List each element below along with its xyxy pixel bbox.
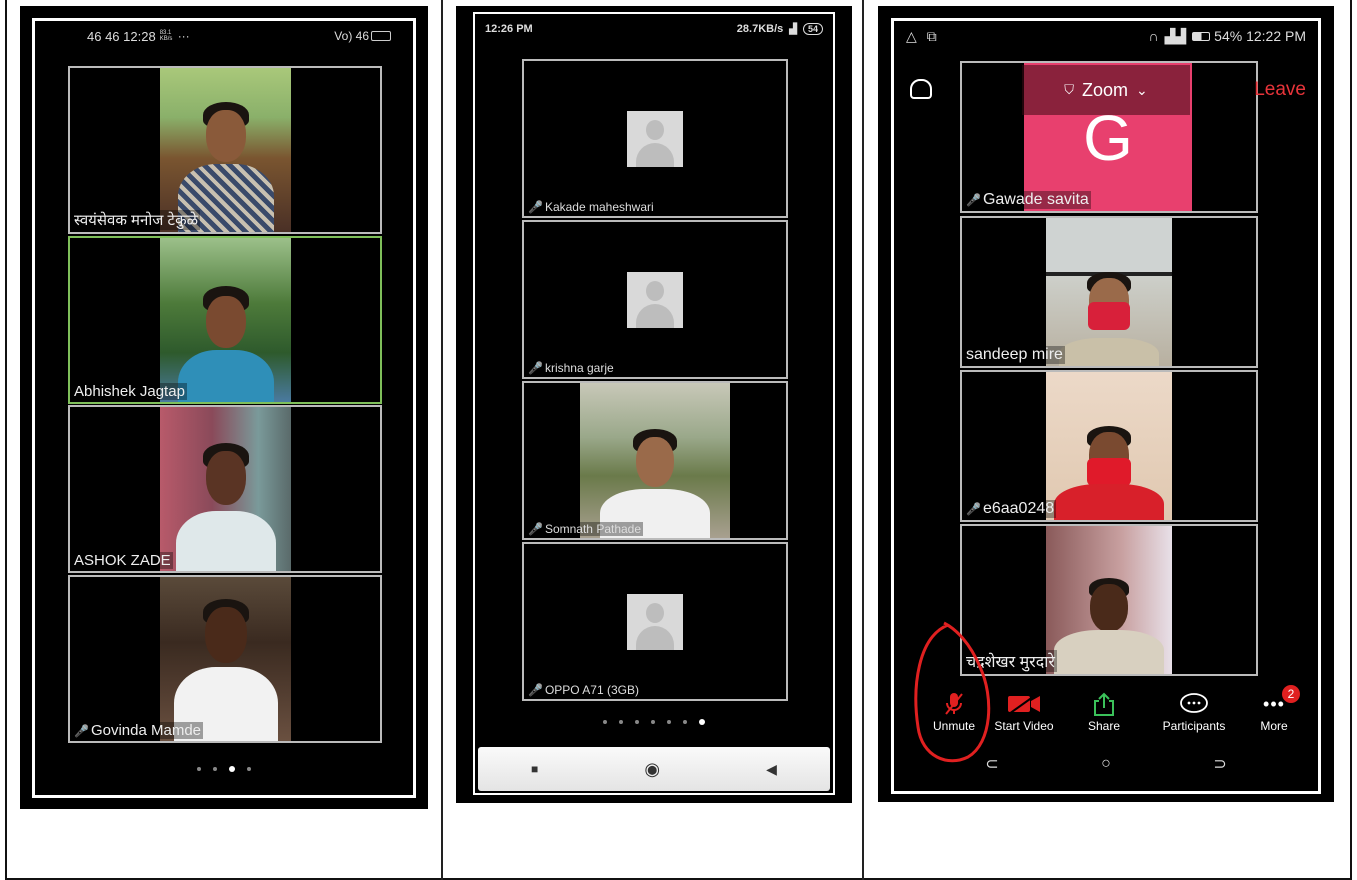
share-icon: [1094, 692, 1114, 716]
status-bar: 12:26 PM 28.7KB/s ▟ 54: [475, 14, 833, 44]
recent-apps-button[interactable]: ⊃: [1213, 754, 1226, 774]
status-more: ···: [177, 29, 190, 43]
home-button[interactable]: ○: [1101, 755, 1111, 773]
leave-button[interactable]: Leave: [1254, 79, 1306, 101]
muted-mic-icon: 🎤: [528, 361, 543, 375]
page-dot-active: [699, 719, 705, 725]
status-right: 28.7KB/s: [736, 23, 784, 35]
video-tile[interactable]: 🎤 krishna garje: [522, 220, 788, 379]
muted-mic-icon: 🎤: [74, 724, 89, 738]
more-label: More: [1260, 719, 1288, 733]
muted-mic-icon: 🎤: [528, 200, 543, 214]
participant-name: 🎤 Kakade maheshwari: [526, 200, 656, 214]
participant-name: 🎤 e6aa0248: [964, 500, 1057, 518]
video-tile[interactable]: 🎤 Somnath Pathade: [522, 381, 788, 540]
start-video-label: Start Video: [994, 719, 1054, 733]
status-bar: 46 46 12:28 83.1 KB/s ··· Vo) 46: [35, 21, 413, 51]
more-button[interactable]: ••• 2 More: [1234, 685, 1314, 733]
tv-screen: [1046, 218, 1172, 276]
participant-video: [160, 577, 291, 741]
default-avatar-icon: [627, 593, 683, 650]
video-off-icon: [1008, 693, 1040, 715]
default-avatar-icon: [627, 110, 683, 167]
muted-mic-icon: 🎤: [966, 193, 981, 207]
participant-name: 🎤 Somnath Pathade: [526, 522, 644, 536]
status-right: Vo) 46: [334, 29, 369, 43]
participant-name: 🎤 Govinda Mamde: [72, 722, 204, 739]
page-dot-active: [229, 766, 235, 772]
signal-icon: ▟▟: [1164, 27, 1187, 44]
phone-screenshot-1: 46 46 12:28 83.1 KB/s ··· Vo) 46 स्वयंसे…: [20, 6, 428, 809]
participant-video: [580, 383, 730, 538]
participant-video: [160, 407, 291, 571]
battery-icon: [1192, 31, 1211, 41]
phone-screen-3: △ ⧉ ∩ ▟▟ 54% 12:22 PM G 🎤 Gawade savita ⛉…: [891, 18, 1321, 794]
phone-screen-1: 46 46 12:28 83.1 KB/s ··· Vo) 46 स्वयंसे…: [32, 18, 416, 798]
battery-icon: 54: [802, 23, 823, 35]
recent-apps-button[interactable]: ■: [531, 762, 538, 776]
status-right: 54% 12:22 PM: [1214, 28, 1306, 44]
share-button[interactable]: Share: [1064, 691, 1144, 733]
page-dot: [247, 767, 251, 771]
meeting-title: Zoom: [1082, 79, 1129, 100]
page-dot: [213, 767, 217, 771]
cast-icon: ⧉: [926, 27, 937, 44]
video-tile[interactable]: 🎤 e6aa0248: [960, 370, 1258, 522]
home-button[interactable]: ◉: [644, 759, 660, 780]
participants-button[interactable]: Participants: [1149, 691, 1239, 733]
headset-icon: ∩: [1148, 28, 1159, 44]
muted-mic-icon: 🎤: [966, 502, 981, 516]
participant-name: Abhishek Jagtap: [72, 383, 187, 400]
share-label: Share: [1087, 719, 1121, 733]
participant-name: 🎤 OPPO A71 (3GB): [526, 683, 641, 697]
column-divider-1: [441, 0, 443, 880]
battery-icon: [371, 31, 391, 41]
video-tile[interactable]: 🎤 OPPO A71 (3GB): [522, 542, 788, 701]
header-bar: ⛉ Zoom ⌄ Leave: [894, 65, 1318, 115]
status-time: 12:26 PM: [485, 23, 533, 35]
status-speed: 83.1 KB/s: [159, 30, 173, 42]
participant-video: [1046, 526, 1172, 674]
annotation-circle: [914, 621, 991, 763]
column-divider-2: [862, 0, 864, 880]
status-bar: △ ⧉ ∩ ▟▟ 54% 12:22 PM: [894, 21, 1318, 51]
shield-icon: ⛉: [1064, 82, 1074, 97]
video-tile[interactable]: sandeep mire: [960, 216, 1258, 368]
participant-video: [1046, 218, 1172, 366]
participant-name: 🎤 krishna garje: [526, 361, 616, 375]
video-tile[interactable]: ASHOK ZADE: [68, 405, 382, 573]
headset-audio-icon[interactable]: [910, 79, 932, 99]
signal-icon: ▟: [789, 23, 797, 35]
default-avatar-icon: [627, 271, 683, 328]
alert-icon: △: [906, 27, 917, 44]
video-tile[interactable]: 🎤 Kakade maheshwari: [522, 59, 788, 218]
meeting-title-button[interactable]: ⛉ Zoom ⌄: [1022, 65, 1190, 115]
video-tile[interactable]: 🎤 Govinda Mamde: [68, 575, 382, 743]
page-dot: [197, 767, 201, 771]
phone-screenshot-3: △ ⧉ ∩ ▟▟ 54% 12:22 PM G 🎤 Gawade savita ⛉…: [878, 6, 1334, 802]
phone-screenshot-2: 12:26 PM 28.7KB/s ▟ 54 🎤 Kakade maheshwar…: [456, 6, 852, 803]
muted-mic-icon: 🎤: [528, 683, 543, 697]
participant-video: [160, 238, 291, 402]
page-indicator[interactable]: [35, 766, 413, 772]
chevron-down-icon: ⌄: [1136, 81, 1148, 98]
video-tile[interactable]: स्वयंसेवक मनोज टेकुळे: [68, 66, 382, 234]
video-tile[interactable]: चंद्रशेखर मुरदारे: [960, 524, 1258, 676]
video-tile-active[interactable]: Abhishek Jagtap: [68, 236, 382, 404]
participant-name: स्वयंसेवक मनोज टेकुळे: [72, 210, 201, 230]
back-button[interactable]: ◀: [766, 761, 777, 778]
chat-bubble-icon: [1180, 693, 1208, 713]
participant-video: [1046, 372, 1172, 520]
participant-name: sandeep mire: [964, 346, 1065, 364]
page-indicator[interactable]: [475, 719, 833, 725]
participant-video: [160, 68, 291, 232]
android-nav-bar: ■ ◉ ◀: [478, 747, 830, 791]
notification-badge: 2: [1282, 685, 1300, 703]
participant-name: ASHOK ZADE: [72, 552, 173, 569]
status-left: 46 46 12:28: [87, 28, 156, 44]
participants-label: Participants: [1162, 719, 1226, 733]
participant-name: 🎤 Gawade savita: [964, 191, 1091, 209]
muted-mic-icon: 🎤: [528, 522, 543, 536]
phone-screen-2: 12:26 PM 28.7KB/s ▟ 54 🎤 Kakade maheshwar…: [473, 12, 835, 795]
